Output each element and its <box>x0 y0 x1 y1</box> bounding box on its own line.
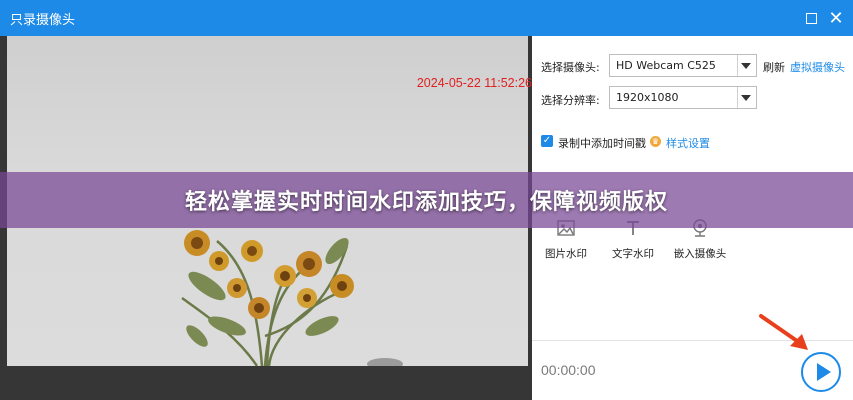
play-icon <box>817 363 831 381</box>
record-timer: 00:00:00 <box>541 362 596 378</box>
timestamp-checkbox-label: 录制中添加时间戳 <box>558 137 646 150</box>
arrow-annotation-icon <box>759 314 808 350</box>
close-icon: ✕ <box>828 7 844 29</box>
camera-select-value: HD Webcam C525 <box>616 59 716 72</box>
chevron-down-icon <box>741 63 751 69</box>
banner-text: 轻松掌握实时时间水印添加技巧，保障视频版权 <box>184 190 668 215</box>
start-record-button[interactable] <box>801 352 841 392</box>
timestamp-checkbox[interactable]: ✓ <box>541 135 553 147</box>
text-watermark-label: 文字水印 <box>612 248 654 260</box>
refresh-link[interactable]: 刷新 <box>763 59 785 75</box>
embed-camera-label: 嵌入摄像头 <box>673 248 727 260</box>
image-watermark-label: 图片水印 <box>545 248 587 260</box>
vip-crown-icon: ♛ <box>650 136 661 147</box>
resolution-label: 选择分辨率: <box>541 94 600 107</box>
resolution-select-value: 1920x1080 <box>616 91 679 104</box>
camera-select[interactable]: HD Webcam C525 <box>609 54 757 77</box>
maximize-icon <box>805 12 817 24</box>
maximize-button[interactable] <box>801 8 821 28</box>
camera-label: 选择摄像头: <box>541 61 600 74</box>
window-title: 只录摄像头 <box>10 12 76 28</box>
close-button[interactable]: ✕ <box>826 7 846 29</box>
title-bar: 只录摄像头 ✕ <box>0 0 853 36</box>
resolution-select[interactable]: 1920x1080 <box>609 86 757 109</box>
timestamp-overlay: 2024-05-22 11:52:26 <box>416 76 532 90</box>
virtual-camera-link[interactable]: 虚拟摄像头 <box>790 59 845 75</box>
style-settings-link[interactable]: 样式设置 <box>666 135 710 151</box>
title-banner: 轻松掌握实时时间水印添加技巧，保障视频版权 <box>0 172 853 228</box>
chevron-down-icon <box>741 95 751 101</box>
